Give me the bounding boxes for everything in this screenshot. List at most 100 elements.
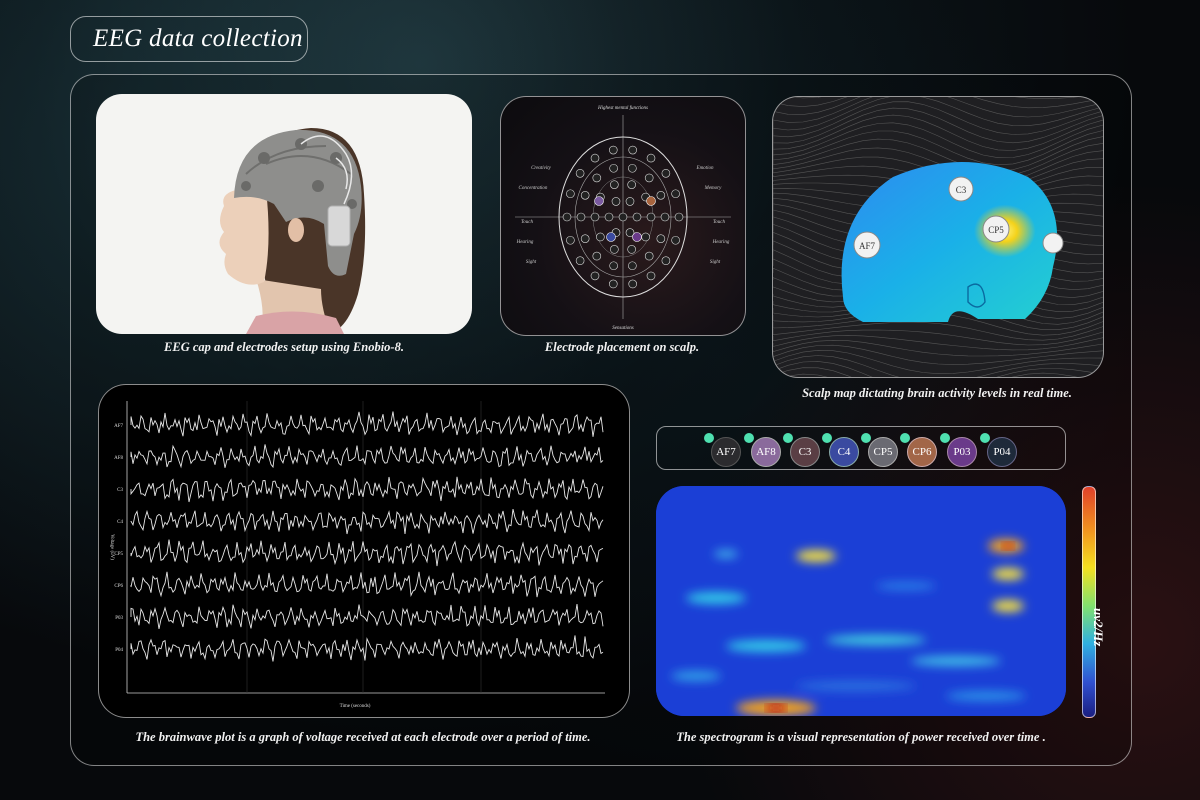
electrode-dot (628, 145, 638, 155)
electrode-dot (562, 212, 572, 222)
electrode-dot (671, 235, 680, 245)
electrode-dot (590, 212, 600, 222)
brainwave-x-label: Time (seconds) (340, 704, 371, 709)
chip-label: C3 (798, 446, 812, 458)
scalp-map-caption: Scalp map dictating brain activity level… (802, 386, 1072, 400)
colorbar (1082, 486, 1096, 718)
brainwave-trace (130, 411, 604, 438)
electrode-dot (610, 180, 619, 189)
electrode-dot (646, 271, 656, 281)
electrode-dot (618, 212, 628, 222)
brainwave-trace (130, 571, 604, 598)
chip-p04[interactable]: P04 (980, 433, 1017, 467)
emap-right-label: Sight (710, 260, 721, 265)
brainwave-y-label: Voltage (uV) (109, 534, 114, 560)
electrode-dot (604, 212, 614, 222)
electrode-dot (656, 234, 666, 243)
electrode-dot (608, 145, 618, 155)
highlighted-electrode-dot (594, 196, 604, 206)
electrode-dot (590, 271, 600, 281)
contour-line (773, 329, 1103, 346)
electrode-map-caption: Electrode placement on scalp. (544, 340, 700, 354)
contour-line (773, 97, 1103, 131)
chip-indicator (704, 433, 714, 443)
eeg-cap-illustration (219, 128, 366, 334)
electrode-dot (627, 245, 636, 254)
brainwave-channel-label: AF8 (114, 456, 123, 461)
electrode-dot (575, 256, 585, 266)
emap-right-label: Memory (704, 186, 722, 191)
contour-line (773, 335, 1103, 351)
brainwave-channel-label: CP5 (114, 552, 123, 557)
electrode-dot (576, 212, 586, 222)
electrode-dot (580, 234, 590, 243)
electrode-dot (580, 191, 590, 200)
chip-cp5[interactable]: CP5 (861, 433, 898, 467)
contour-line (784, 373, 828, 377)
electrode-dot (627, 180, 636, 189)
scalp-map-visual: AF7 C3 CP5 (773, 97, 1103, 377)
electrode-dot (596, 232, 605, 242)
brainwave-channel-label: P04 (115, 648, 123, 653)
chip-p03[interactable]: P03 (940, 433, 977, 467)
contour-line (773, 367, 1078, 377)
chip-af7[interactable]: AF7 (704, 433, 741, 467)
contour-line (773, 344, 1103, 365)
chip-cp6[interactable]: CP6 (900, 433, 937, 467)
electrode-dot (644, 251, 654, 261)
chip-indicator (861, 433, 871, 443)
colorbar-label: uv2/Hz (1091, 608, 1106, 647)
electrode-dot (661, 256, 671, 266)
chip-label: CP5 (873, 446, 893, 458)
contour-line (773, 97, 1103, 115)
electrode-dot (628, 163, 637, 173)
emap-top-label: Highest mental functions (597, 106, 648, 111)
scalp-map: AF7 C3 CP5 (772, 96, 1104, 378)
electrode-dot (674, 212, 684, 222)
emap-left-label: Sight (526, 260, 537, 265)
emap-right-label: Touch (713, 220, 726, 225)
electrode-dot (610, 245, 619, 254)
electrode-dot (646, 153, 656, 163)
chip-af8[interactable]: AF8 (744, 433, 781, 467)
electrode-legend: AF7 AF8 C3 C4 CP5 CP6 P03 P04 (656, 426, 1066, 470)
scalp-marker-c3: C3 (956, 185, 967, 195)
chip-c3[interactable]: C3 (783, 433, 820, 467)
electrode-dot (608, 279, 618, 289)
brainwave-channel-label: C4 (117, 520, 123, 525)
electrode-dot (566, 189, 575, 199)
highlighted-electrode-dot (606, 232, 616, 242)
chip-label: P03 (953, 446, 971, 458)
spectrogram (656, 486, 1066, 716)
chip-label: AF8 (756, 446, 776, 458)
brainwave-trace (130, 635, 604, 662)
electrode-map-diagram: Highest mental functions Sensations Crea… (515, 106, 731, 331)
contour-line (773, 101, 1103, 138)
electrode-dot (592, 251, 602, 261)
chip-c4[interactable]: C4 (822, 433, 859, 467)
electrode-dot (628, 279, 638, 289)
brainwave-trace (130, 539, 604, 567)
page-title: EEG data collection (70, 16, 308, 62)
chip-indicator (940, 433, 950, 443)
electrode-dot (641, 232, 650, 242)
emap-left-label: Creativity (531, 166, 552, 171)
brainwave-svg: AF7 AF8 C3 C4 CP5 CP6 P03 P04 Time (seconds) Vo… (109, 401, 605, 709)
scalp-marker-af7: AF7 (859, 241, 876, 251)
emap-right-label: Hearing (712, 240, 730, 245)
electrode-dot (609, 261, 618, 271)
electrode-dot (625, 197, 635, 206)
brainwave-trace (130, 604, 604, 629)
electrode-dot (632, 212, 642, 222)
chip-label: C4 (837, 446, 851, 458)
chip-label: CP6 (912, 446, 932, 458)
contour-line (773, 97, 1079, 107)
eeg-cap-photo (96, 94, 472, 334)
emap-left-label: Touch (521, 220, 534, 225)
electrode-dot (592, 173, 602, 183)
brainwave-channel-label: CP6 (114, 584, 123, 589)
scalp-marker-partial (1042, 232, 1064, 254)
electrode-dot (661, 168, 671, 178)
spectrogram-svg (656, 486, 1066, 716)
electrode-dot (646, 212, 656, 222)
